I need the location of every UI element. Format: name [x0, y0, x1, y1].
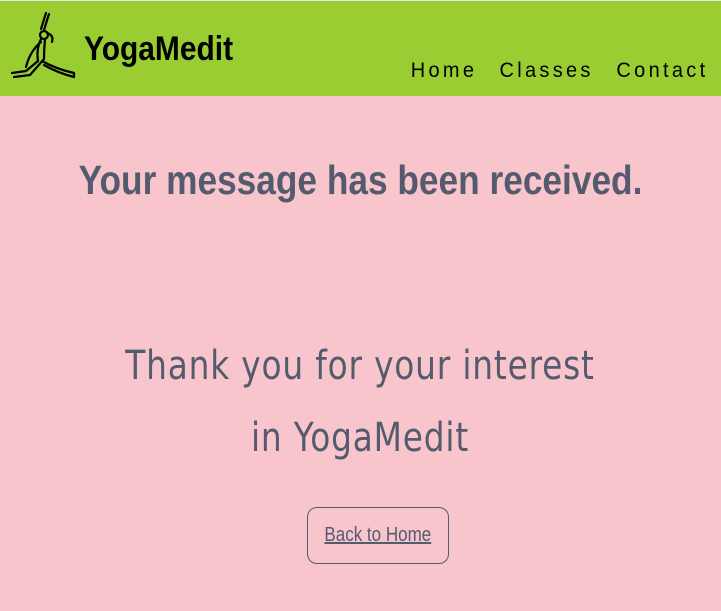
thank-you-message: Thank you for your interest in YogaMedit: [125, 343, 595, 461]
confirmation-heading: Your message has been received.: [78, 157, 643, 203]
back-to-home-button[interactable]: Back to Home: [307, 507, 449, 564]
yoga-pose-icon: [10, 11, 76, 79]
nav-contact[interactable]: Contact: [617, 59, 709, 83]
back-to-home-label: Back to Home: [324, 524, 432, 546]
brand-logo-link[interactable]: YogaMedit: [8, 9, 253, 81]
main-nav: Home Classes Contact: [409, 59, 711, 83]
site-header: YogaMedit Home Classes Contact: [0, 0, 721, 96]
brand-name: YogaMedit: [84, 29, 234, 68]
nav-home[interactable]: Home: [411, 59, 478, 83]
nav-classes[interactable]: Classes: [499, 59, 593, 83]
